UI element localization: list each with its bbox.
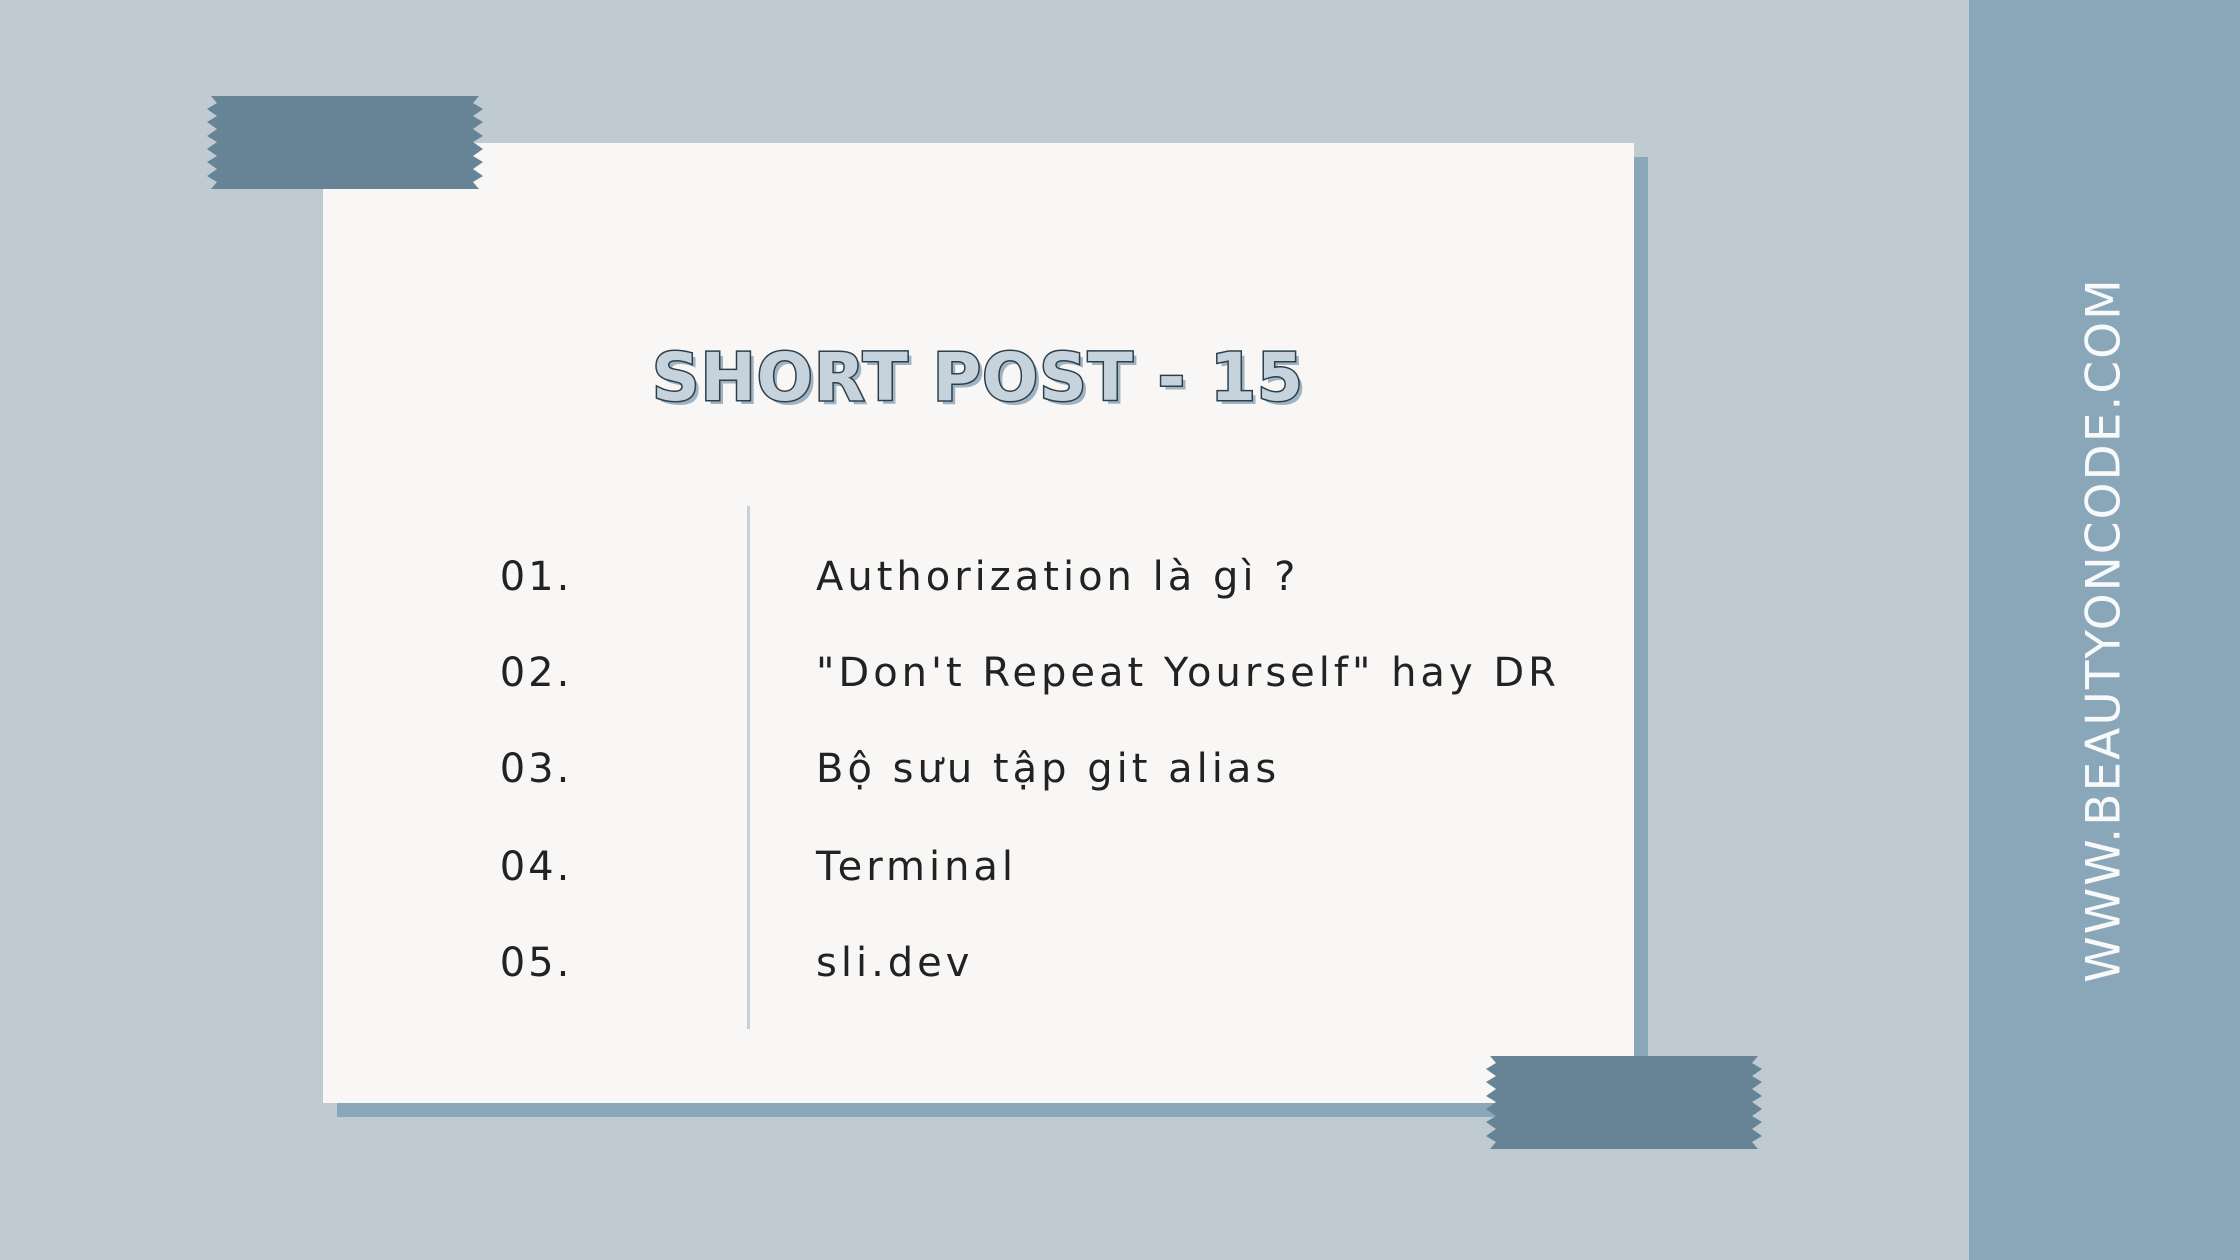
title-text: SHORT POST - 15 — [652, 339, 1304, 416]
column-divider — [747, 506, 750, 1029]
tape-top-left — [207, 96, 483, 189]
page-title: SHORT POST - 15 SHORT POST - 15 — [320, 330, 1640, 430]
item-label: Terminal — [816, 844, 1018, 890]
website-url: WWW.BEAUTYONCODE.COM — [2076, 277, 2132, 983]
item-label: sli.dev — [816, 940, 974, 986]
item-label: "Don't Repeat Yourself" hay DR — [816, 650, 1560, 696]
tape-bottom-right — [1486, 1056, 1762, 1149]
item-label: Bộ sưu tập git alias — [816, 746, 1281, 792]
item-label: Authorization là gì ? — [816, 554, 1300, 600]
